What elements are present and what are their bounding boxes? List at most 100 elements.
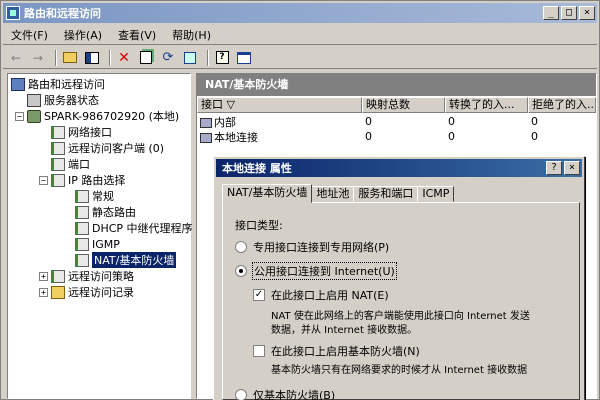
row-name: 本地连接 [214, 130, 258, 144]
general-icon [75, 189, 89, 203]
tree-node-ip-routing[interactable]: − IP 路由选择 [39, 172, 125, 188]
row-name: 内部 [214, 115, 236, 129]
refresh-icon: ⟳ [162, 50, 174, 65]
maximize-button[interactable]: □ [561, 6, 577, 20]
tree-node-nat[interactable]: NAT/基本防火墙 [75, 252, 177, 268]
igmp-icon [75, 237, 89, 251]
dialog-tabs: NAT/基本防火墙 地址池 服务和端口 ICMP [222, 184, 455, 203]
tab-services-ports[interactable]: 服务和端口 [353, 186, 419, 202]
export-button[interactable] [181, 49, 199, 67]
new-window-button[interactable] [235, 49, 253, 67]
expand-toggle[interactable]: + [39, 271, 48, 281]
radio-firewall-only[interactable]: 仅基本防火墙(B) [235, 387, 335, 400]
tree-node-remote-logging[interactable]: + 远程访问记录 [39, 284, 134, 300]
row-rejected: 0 [531, 115, 538, 128]
tree-node-server-status[interactable]: 服务器状态 [27, 92, 99, 108]
menu-file[interactable]: 文件(F) [3, 27, 56, 43]
row-translated: 0 [448, 130, 455, 143]
checkbox-unchecked [253, 345, 265, 357]
row-rejected: 0 [531, 130, 538, 143]
dialog-help-button[interactable]: ? [546, 161, 562, 175]
delete-button[interactable]: ✕ [115, 49, 133, 67]
radio-dot-selected [235, 265, 247, 277]
tab-content: 接口类型: 专用接口连接到专用网络(P) 公用接口连接到 Internet(U)… [222, 202, 580, 400]
tree-node-static-routes[interactable]: 静态路由 [75, 204, 136, 220]
tree-node-network-interfaces[interactable]: 网络接口 [51, 124, 112, 140]
radio-dot [235, 389, 247, 400]
tree-node-server[interactable]: − SPARK-986702920 (本地) [15, 108, 179, 124]
radio-private-interface[interactable]: 专用接口连接到专用网络(P) [235, 239, 389, 255]
table-row[interactable]: 本地连接 0 0 0 [197, 129, 596, 144]
checkbox-enable-nat[interactable]: ✓ 在此接口上启用 NAT(E) [253, 287, 389, 303]
menu-bar: 文件(F) 操作(A) 查看(V) 帮助(H) [3, 25, 597, 45]
help-button[interactable]: ? [213, 49, 231, 67]
properties-button[interactable] [137, 49, 155, 67]
tree-node-remote-clients[interactable]: 远程访问客户端 (0) [51, 140, 164, 156]
properties-icon [140, 51, 152, 64]
table-row[interactable]: 内部 0 0 0 [197, 114, 596, 129]
show-tree-button[interactable] [83, 49, 101, 67]
nat-description-line1: NAT 使在此网络上的客户端能使用此接口向 Internet 发送 [271, 311, 530, 322]
toolbar-separator [207, 49, 209, 66]
server-icon [27, 93, 41, 107]
column-translated-in[interactable]: 转换了的入... [445, 97, 528, 113]
tree-node-general[interactable]: 常规 [75, 188, 114, 204]
back-button[interactable]: ← [7, 49, 25, 67]
dhcp-relay-icon [75, 221, 89, 235]
column-mappings[interactable]: 映射总数 [362, 97, 445, 113]
delete-icon: ✕ [118, 49, 130, 66]
interface-type-label: 接口类型: [235, 219, 283, 232]
tab-address-pool[interactable]: 地址池 [311, 186, 355, 202]
checkbox-checked: ✓ [253, 289, 265, 301]
up-folder-button[interactable] [61, 49, 79, 67]
menu-view[interactable]: 查看(V) [110, 27, 164, 43]
firewall-description: 基本防火墙只有在网络要求的时候才从 Internet 接收数据 [271, 365, 528, 376]
remote-policy-icon [51, 269, 65, 283]
console-tree[interactable]: 路由和远程访问 服务器状态 − SPARK-986702920 (本地) 网络接… [7, 73, 193, 399]
ports-icon [51, 157, 65, 171]
close-button[interactable]: × [579, 6, 595, 20]
console-tree-icon [85, 51, 99, 64]
main-window: 路由和远程访问 _ □ × 文件(F) 操作(A) 查看(V) 帮助(H) ← … [0, 0, 600, 400]
nat-description-line2: 数据，并从 Internet 接收数据。 [271, 325, 418, 336]
static-routes-icon [75, 205, 89, 219]
dialog-title: 本地连接 属性 [222, 162, 292, 175]
server-node-icon [27, 109, 41, 123]
tab-nat-firewall[interactable]: NAT/基本防火墙 [222, 184, 313, 203]
row-mappings: 0 [365, 130, 372, 143]
router-icon [11, 77, 25, 91]
tree-node-igmp[interactable]: IGMP [75, 236, 120, 252]
details-header: NAT/基本防火墙 [197, 74, 596, 96]
dialog-close-button[interactable]: × [564, 161, 580, 175]
collapse-toggle[interactable]: − [39, 175, 48, 185]
export-list-icon [184, 51, 196, 64]
collapse-toggle[interactable]: − [15, 111, 24, 121]
menu-help[interactable]: 帮助(H) [164, 27, 219, 43]
column-rejected-in[interactable]: 拒绝了的入... [528, 97, 596, 113]
remote-clients-icon [51, 141, 65, 155]
column-interface[interactable]: 接口 ▽ [197, 97, 362, 113]
tree-node-remote-policy[interactable]: + 远程访问策略 [39, 268, 134, 284]
menu-action[interactable]: 操作(A) [56, 27, 110, 43]
title-bar[interactable]: 路由和远程访问 _ □ × [3, 3, 597, 23]
tab-icmp[interactable]: ICMP [417, 186, 455, 202]
radio-dot [235, 241, 247, 253]
minimize-button[interactable]: _ [543, 6, 559, 20]
radio-public-interface[interactable]: 公用接口连接到 Internet(U) [235, 262, 397, 280]
back-arrow-icon: ← [10, 50, 22, 65]
toolbar-separator [109, 49, 111, 66]
folder-icon [51, 285, 65, 299]
forward-button[interactable]: → [29, 49, 47, 67]
app-icon [6, 6, 20, 20]
tree-node-dhcp-relay[interactable]: DHCP 中继代理程序 [75, 220, 193, 236]
dialog-title-bar[interactable]: 本地连接 属性 ? × [216, 159, 582, 177]
tree-node-ports[interactable]: 端口 [51, 156, 90, 172]
forward-arrow-icon: → [32, 50, 44, 65]
toolbar: ← → ✕ ⟳ ? [3, 47, 597, 69]
refresh-button[interactable]: ⟳ [159, 49, 177, 67]
checkbox-enable-firewall[interactable]: 在此接口上启用基本防火墙(N) [253, 343, 420, 359]
row-translated: 0 [448, 115, 455, 128]
interface-icon [200, 132, 212, 143]
expand-toggle[interactable]: + [39, 287, 48, 297]
tree-node-root[interactable]: 路由和远程访问 [11, 76, 105, 92]
